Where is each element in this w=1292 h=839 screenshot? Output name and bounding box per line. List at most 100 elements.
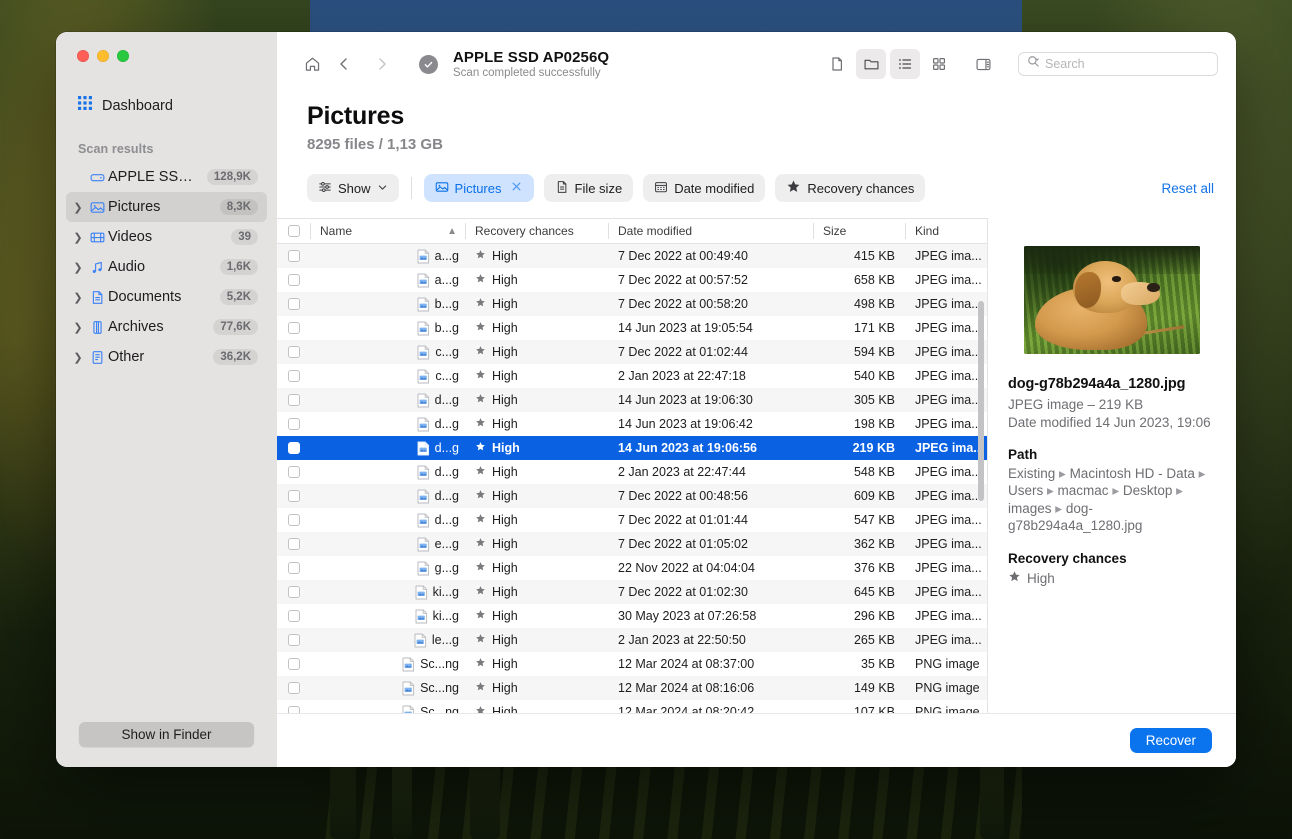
- row-checkbox[interactable]: [277, 610, 310, 622]
- table-row[interactable]: Sc...ng High 12 Mar 2024 at 08:37:00 35 KB P…: [277, 652, 987, 676]
- select-all-checkbox[interactable]: [277, 219, 310, 243]
- zoom-button[interactable]: [117, 50, 129, 62]
- checkbox-icon: [287, 274, 300, 286]
- table-row[interactable]: b...g High 7 Dec 2022 at 00:58:20 498 KB JPE…: [277, 292, 987, 316]
- table-body[interactable]: a...g High 7 Dec 2022 at 00:49:40 415 KB JPE…: [277, 244, 987, 767]
- row-checkbox[interactable]: [277, 394, 310, 406]
- row-checkbox[interactable]: [277, 274, 310, 286]
- column-header-name[interactable]: Name ▲: [310, 219, 465, 243]
- row-checkbox[interactable]: [277, 538, 310, 550]
- row-date-modified: 14 Jun 2023 at 19:05:54: [618, 321, 753, 335]
- row-recovery-cell: High: [465, 345, 608, 359]
- row-checkbox[interactable]: [277, 370, 310, 382]
- preview-dog-nose: [1147, 282, 1160, 293]
- row-checkbox[interactable]: [277, 322, 310, 334]
- close-button[interactable]: [77, 50, 89, 62]
- close-icon[interactable]: [510, 180, 523, 196]
- column-header-date-modified[interactable]: Date modified: [608, 219, 813, 243]
- row-checkbox[interactable]: [277, 490, 310, 502]
- row-checkbox[interactable]: [277, 562, 310, 574]
- sidebar-item-archives[interactable]: ❯ Archives 77,6K: [66, 312, 267, 342]
- row-size: 171 KB: [853, 321, 895, 335]
- row-checkbox[interactable]: [277, 346, 310, 358]
- row-recovery-cell: High: [465, 537, 608, 551]
- chevron-right-icon[interactable]: ❯: [70, 351, 86, 364]
- row-checkbox[interactable]: [277, 658, 310, 670]
- sidebar-item-apple-ssd[interactable]: APPLE SSD AP... 128,9K: [66, 162, 267, 192]
- sidebar-item-other[interactable]: ❯ Other 36,2K: [66, 342, 267, 372]
- table-row[interactable]: d...g High 14 Jun 2023 at 19:06:56 219 KB JP…: [277, 436, 987, 460]
- sidebar-toggle-icon[interactable]: [968, 49, 998, 79]
- recover-button[interactable]: Recover: [1129, 728, 1212, 753]
- grid-view-icon[interactable]: [924, 49, 954, 79]
- folder-view-icon[interactable]: [856, 49, 886, 79]
- sidebar-item-documents[interactable]: ❯ Documents 5,2K: [66, 282, 267, 312]
- table-row[interactable]: ki...g High 30 May 2023 at 07:26:58 296 KB J…: [277, 604, 987, 628]
- chevron-right-icon[interactable]: [367, 49, 397, 79]
- path-segment: Desktop: [1122, 483, 1173, 499]
- search-input[interactable]: Search: [1018, 52, 1218, 76]
- filter-chip-recovery-chances[interactable]: Recovery chances: [775, 174, 926, 202]
- table-row[interactable]: d...g High 14 Jun 2023 at 19:06:30 305 KB JP…: [277, 388, 987, 412]
- row-recovery-cell: High: [465, 417, 608, 431]
- chevron-right-icon[interactable]: ❯: [70, 261, 86, 274]
- sidebar-item-pictures[interactable]: ❯ Pictures 8,3K: [66, 192, 267, 222]
- file-type-icon: [417, 369, 430, 384]
- sidebar-item-dashboard[interactable]: Dashboard: [68, 91, 265, 120]
- chevron-right-icon[interactable]: ❯: [70, 291, 86, 304]
- table-row[interactable]: le...g High 2 Jan 2023 at 22:50:50 265 KB JP…: [277, 628, 987, 652]
- filter-chip-date-modified[interactable]: Date modified: [643, 174, 766, 202]
- star-icon: [475, 393, 486, 407]
- toolbar: APPLE SSD AP0256Q Scan completed success…: [277, 32, 1236, 96]
- checkbox-icon: [287, 322, 300, 334]
- file-type-icon: [417, 273, 430, 288]
- row-checkbox[interactable]: [277, 682, 310, 694]
- sidebar-item-videos[interactable]: ❯ Videos 39: [66, 222, 267, 252]
- row-recovery-value: High: [492, 393, 518, 407]
- row-checkbox[interactable]: [277, 442, 310, 454]
- table-row[interactable]: d...g High 7 Dec 2022 at 00:48:56 609 KB JPE…: [277, 484, 987, 508]
- row-recovery-value: High: [492, 321, 518, 335]
- row-name-cell: b...g: [310, 297, 465, 312]
- show-in-finder-button[interactable]: Show in Finder: [79, 722, 254, 747]
- home-icon[interactable]: [297, 49, 327, 79]
- row-checkbox[interactable]: [277, 466, 310, 478]
- table-row[interactable]: Sc...ng High 12 Mar 2024 at 08:16:06 149 KB…: [277, 676, 987, 700]
- table-row[interactable]: g...g High 22 Nov 2022 at 04:04:04 376 KB JP…: [277, 556, 987, 580]
- file-type-icon: [417, 321, 430, 336]
- vertical-scrollbar[interactable]: [978, 301, 984, 501]
- table-row[interactable]: a...g High 7 Dec 2022 at 00:57:52 658 KB JPE…: [277, 268, 987, 292]
- row-checkbox[interactable]: [277, 298, 310, 310]
- row-checkbox[interactable]: [277, 634, 310, 646]
- table-row[interactable]: a...g High 7 Dec 2022 at 00:49:40 415 KB JPE…: [277, 244, 987, 268]
- table-row[interactable]: ki...g High 7 Dec 2022 at 01:02:30 645 KB JP…: [277, 580, 987, 604]
- table-row[interactable]: c...g High 2 Jan 2023 at 22:47:18 540 KB JPE…: [277, 364, 987, 388]
- column-header-recovery-chances[interactable]: Recovery chances: [465, 219, 608, 243]
- filter-chip-file-size[interactable]: File size: [543, 174, 634, 202]
- minimize-button[interactable]: [97, 50, 109, 62]
- file-view-icon[interactable]: [822, 49, 852, 79]
- chevron-right-icon[interactable]: ❯: [70, 321, 86, 334]
- row-checkbox[interactable]: [277, 250, 310, 262]
- row-name-cell: b...g: [310, 321, 465, 336]
- table-row[interactable]: c...g High 7 Dec 2022 at 01:02:44 594 KB JPE…: [277, 340, 987, 364]
- row-checkbox[interactable]: [277, 418, 310, 430]
- filter-chip-pictures[interactable]: Pictures: [423, 174, 534, 202]
- table-row[interactable]: d...g High 2 Jan 2023 at 22:47:44 548 KB JPE…: [277, 460, 987, 484]
- column-header-size[interactable]: Size: [813, 219, 905, 243]
- row-checkbox[interactable]: [277, 514, 310, 526]
- table-row[interactable]: e...g High 7 Dec 2022 at 01:05:02 362 KB JPE…: [277, 532, 987, 556]
- column-header-kind[interactable]: Kind: [905, 219, 987, 243]
- table-row[interactable]: d...g High 14 Jun 2023 at 19:06:42 198 KB JP…: [277, 412, 987, 436]
- list-view-icon[interactable]: [890, 49, 920, 79]
- row-checkbox[interactable]: [277, 586, 310, 598]
- chevron-right-icon[interactable]: ❯: [70, 231, 86, 244]
- sidebar-item-audio[interactable]: ❯ Audio 1,6K: [66, 252, 267, 282]
- file-type-icon: [417, 441, 430, 456]
- chevron-left-icon[interactable]: [329, 49, 359, 79]
- chevron-right-icon[interactable]: ❯: [70, 201, 86, 214]
- reset-all-button[interactable]: Reset all: [1161, 181, 1214, 196]
- table-row[interactable]: b...g High 14 Jun 2023 at 19:05:54 171 KB JP…: [277, 316, 987, 340]
- table-row[interactable]: d...g High 7 Dec 2022 at 01:01:44 547 KB JPE…: [277, 508, 987, 532]
- show-dropdown[interactable]: Show: [307, 174, 399, 202]
